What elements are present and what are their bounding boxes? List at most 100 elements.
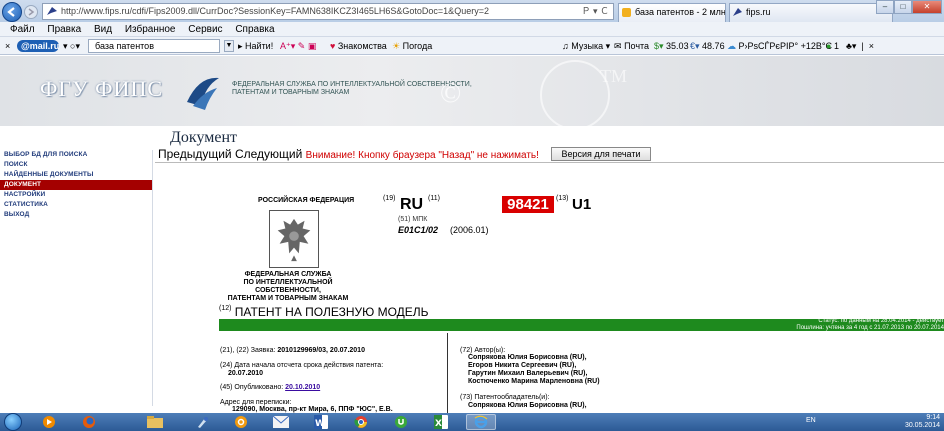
friends-label: Знакомства xyxy=(337,41,387,51)
folder-icon xyxy=(147,416,163,428)
eur-value: 48.76 xyxy=(702,41,725,51)
back-button[interactable] xyxy=(2,2,22,22)
menu-tools[interactable]: Сервис xyxy=(188,24,222,35)
start-button[interactable] xyxy=(4,413,22,431)
russian-coat-of-arms-icon xyxy=(269,210,319,268)
find-label: Найти! xyxy=(245,41,274,51)
menu-bar: Файл Правка Вид Избранное Сервис Справка xyxy=(0,22,944,37)
menu-view[interactable]: Вид xyxy=(94,24,112,35)
heart-icon: ♥ xyxy=(330,41,336,51)
print-version-button[interactable]: Версия для печати xyxy=(551,147,651,161)
tab-fips[interactable]: fips.ru × xyxy=(729,3,893,22)
term-date: 20.07.2010 xyxy=(228,370,264,377)
usd-icon: $▾ xyxy=(654,41,664,51)
counter-badge[interactable]: ● 1 xyxy=(826,37,839,55)
page-title: Документ xyxy=(170,129,238,146)
music-button[interactable]: ♫ Музыка ▾ xyxy=(562,37,610,55)
excel-icon: X xyxy=(434,415,448,429)
city-weather-value: Р›РѕСЃРєРІР° +12В°C xyxy=(738,41,832,51)
fips-favicon-icon xyxy=(47,7,57,15)
sidebar-item-select-db[interactable]: Выбор БД для поиска xyxy=(0,150,152,160)
rospatent-emblem-icon xyxy=(187,77,219,110)
menu-help[interactable]: Справка xyxy=(235,24,274,35)
dot-icon: ● xyxy=(826,41,832,51)
system-clock[interactable]: 9:14 30.05.2014 xyxy=(905,414,940,430)
sidebar-item-statistics[interactable]: Статистика xyxy=(0,200,152,210)
internet-explorer-icon xyxy=(474,415,488,429)
forward-button[interactable] xyxy=(24,5,38,19)
dropdown-icon[interactable]: ▾ ○▾ xyxy=(63,37,80,55)
site-logo[interactable]: ФГУ ФИПС xyxy=(40,76,163,102)
toolbar-icons[interactable]: А⁺▾ ✎ ▣ xyxy=(280,37,316,55)
author-item: Гарутин Михаил Валерьевич (RU), xyxy=(468,370,588,377)
svg-text:W: W xyxy=(315,419,325,429)
sidebar-item-search[interactable]: Поиск xyxy=(0,160,152,170)
search-dropdown-icon[interactable]: ▼ xyxy=(224,40,234,52)
counter-value: 1 xyxy=(833,41,839,51)
taskbar-excel[interactable]: X xyxy=(426,414,456,430)
window-controls: ‒ □ ✕ xyxy=(876,0,942,14)
mailru-toolbar: × @mail.ru ▾ ○▾ база патентов ▼ ▸ Найти!… xyxy=(0,37,944,55)
taskbar-mail[interactable] xyxy=(266,414,296,430)
find-button[interactable]: ▸ Найти! xyxy=(238,37,273,55)
cloud-icon: ☁ xyxy=(727,41,736,51)
usd-value: 35.03 xyxy=(666,41,689,51)
taskbar-explorer[interactable] xyxy=(140,414,170,430)
sidebar-item-found-docs[interactable]: Найденные документы xyxy=(0,170,152,180)
taskbar-utorrent[interactable] xyxy=(386,414,416,430)
taskbar-firefox[interactable] xyxy=(74,414,104,430)
org-name-line: ПАТЕНТАМ И ТОВАРНЫМ ЗНАКАМ xyxy=(232,89,350,96)
owner-item: Сопрякова Юлия Борисовна (RU), xyxy=(468,402,587,409)
mpk-code: E01C1/02 xyxy=(398,225,439,235)
close-window-button[interactable]: ✕ xyxy=(912,0,942,14)
taskbar-chrome[interactable] xyxy=(346,414,376,430)
taskbar-media-player[interactable] xyxy=(34,414,64,430)
menu-file[interactable]: Файл xyxy=(10,24,35,35)
paint-icon xyxy=(198,417,208,428)
application-value: 2010129969/03, 20.07.2010 xyxy=(277,347,365,354)
prev-document-link[interactable]: Предыдущий xyxy=(158,147,232,161)
taskbar-word[interactable]: W xyxy=(306,414,336,430)
taskbar-paint[interactable] xyxy=(188,414,218,430)
word-icon: W xyxy=(314,415,328,429)
author-item: Костюченко Марина Марленовна (RU) xyxy=(468,378,600,385)
toolbar-search-input[interactable]: база патентов xyxy=(88,39,220,53)
extensions-icon[interactable]: ♣▾ | × xyxy=(846,37,874,55)
minimize-button[interactable]: ‒ xyxy=(876,0,894,14)
sidebar-item-document[interactable]: Документ xyxy=(0,180,152,190)
close-toolbar-icon[interactable]: × xyxy=(5,37,10,55)
sidebar-item-settings[interactable]: Настройки xyxy=(0,190,152,200)
city-weather[interactable]: ☁ Р›РѕСЃРєРІР° +12В°C xyxy=(727,37,832,55)
address-bar[interactable]: http://www.fips.ru/cdfi/Fips2009.dll/Cur… xyxy=(42,3,614,20)
published-date-link[interactable]: 20.10.2010 xyxy=(285,384,320,391)
sidebar-item-exit[interactable]: Выход xyxy=(0,210,152,220)
org-name-line: ФЕДЕРАЛЬНАЯ СЛУЖБА ПО ИНТЕЛЛЕКТУАЛЬНОЙ С… xyxy=(232,81,472,88)
weather-button[interactable]: ☀ Погода xyxy=(392,37,432,55)
service-line: ПО ИНТЕЛЛЕКТУАЛЬНОЙ xyxy=(243,279,333,286)
eur-rate[interactable]: €▾ 48.76 xyxy=(690,37,725,55)
address-label: Адрес для переписки: xyxy=(220,399,292,406)
patent-kind: U1 xyxy=(572,196,592,213)
mail-button[interactable]: ✉ Почта xyxy=(614,37,649,55)
eur-icon: €▾ xyxy=(690,41,700,51)
address-tools[interactable]: Ｐ ▾ Ｃ xyxy=(581,4,609,19)
country-label: РОССИЙСКАЯ ФЕДЕРАЦИЯ xyxy=(258,197,355,204)
taskbar-mailru-agent[interactable] xyxy=(226,414,256,430)
application-label: (21), (22) Заявка: xyxy=(220,347,276,354)
tab-search-results[interactable]: база патентов - 2 млн ... xyxy=(618,3,726,22)
menu-edit[interactable]: Правка xyxy=(47,24,81,35)
author-item: Сопрякова Юлия Борисовна (RU), xyxy=(468,354,587,361)
next-document-link[interactable]: Следующий xyxy=(235,147,302,161)
clock-time: 9:14 xyxy=(926,414,940,421)
mailru-logo[interactable]: @mail.ru xyxy=(17,40,59,52)
code-13: (13) xyxy=(556,195,569,202)
usd-rate[interactable]: $▾ 35.03 xyxy=(654,37,689,55)
site-header: ФГУ ФИПС ФЕДЕРАЛЬНАЯ СЛУЖБА ПО ИНТЕЛЛЕКТ… xyxy=(0,56,944,130)
friends-button[interactable]: ♥ Знакомства xyxy=(330,37,387,55)
firefox-icon xyxy=(83,416,95,428)
input-language[interactable]: EN xyxy=(806,417,816,424)
maximize-button[interactable]: □ xyxy=(894,0,912,14)
authors-label: (72) Автор(ы): xyxy=(460,347,506,354)
menu-favorites[interactable]: Избранное xyxy=(125,24,176,35)
taskbar-internet-explorer[interactable] xyxy=(466,414,496,430)
